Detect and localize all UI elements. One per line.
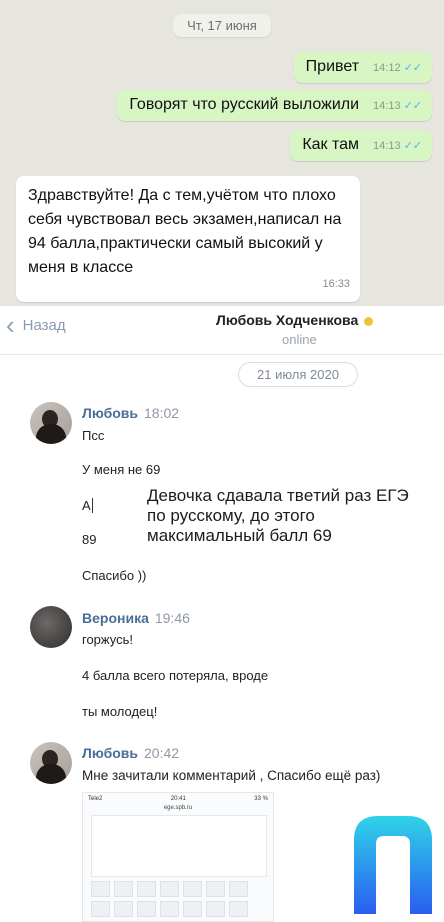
message-time: 20:42 xyxy=(144,745,180,761)
outgoing-message[interactable]: Привет 14:12 ✓✓ xyxy=(293,52,432,83)
message-text: Здравствуйте! Да с тем,учётом что плохо … xyxy=(28,187,342,276)
thumb-url: ege.spb.ru xyxy=(163,805,193,811)
message-text: ты молодец! xyxy=(82,704,158,719)
message-time: 18:02 xyxy=(144,405,180,421)
avatar[interactable] xyxy=(30,606,72,648)
message-time: 16:33 xyxy=(322,278,350,290)
read-ticks-icon: ✓✓ xyxy=(403,62,422,74)
back-label: Назад xyxy=(22,316,66,334)
message-time: 14:13 xyxy=(373,140,401,152)
chevron-left-icon: ‹ xyxy=(6,310,15,340)
brand-logo-icon xyxy=(354,816,432,914)
message-text: Как там xyxy=(302,136,360,153)
thumb-card xyxy=(91,815,267,877)
thumb-grid xyxy=(91,881,265,921)
message-text: Говорят что русский выложили xyxy=(129,96,360,113)
date-chip: 21 июля 2020 xyxy=(238,362,358,387)
annotation-text: Девочка сдавала твeтий раз ЕГЭ по русско… xyxy=(147,486,409,545)
contact-name[interactable]: Любовь Ходченкова xyxy=(216,312,374,328)
image-attachment[interactable]: Tele2 20:41 33 % ege.spb.ru xyxy=(82,792,274,922)
message-time: 19:46 xyxy=(154,610,190,626)
back-button[interactable]: ‹ Назад xyxy=(6,310,66,340)
read-ticks-icon: ✓✓ xyxy=(403,140,422,152)
message-text: Спасибо )) xyxy=(82,568,147,583)
message-text: горжусь! xyxy=(82,632,133,647)
chat-header: ‹ Назад Любовь Ходченкова online xyxy=(0,306,444,355)
message-text: Мне зачитали комментарий , Спасибо ещё р… xyxy=(82,768,381,783)
message-text: Привет xyxy=(305,58,360,75)
contact-status: online xyxy=(282,332,317,347)
sender-name[interactable]: Любовь 18:02 xyxy=(82,405,179,421)
avatar[interactable] xyxy=(30,402,72,444)
thumb-status-bar: Tele2 20:41 33 % xyxy=(88,796,268,802)
incoming-message[interactable]: Здравствуйте! Да с тем,учётом что плохо … xyxy=(16,176,360,302)
emoji-badge-icon xyxy=(364,316,374,326)
avatar[interactable] xyxy=(30,742,72,784)
message-text: А xyxy=(82,498,93,513)
whatsapp-chat: Чт, 17 июня Привет 14:12 ✓✓ Говорят что ру… xyxy=(0,0,444,306)
read-ticks-icon: ✓✓ xyxy=(403,100,422,112)
date-chip: Чт, 17 июня xyxy=(173,14,271,37)
message-text: 89 xyxy=(82,532,97,547)
sender-name[interactable]: Любовь 20:42 xyxy=(82,745,179,761)
message-text: У меня не 69 xyxy=(82,462,161,477)
message-text: 4 балла всего потеряла, вроде xyxy=(82,668,269,683)
message-text: Псс xyxy=(82,428,105,443)
message-time: 14:13 xyxy=(373,100,401,112)
outgoing-message[interactable]: Говорят что русский выложили 14:13 ✓✓ xyxy=(117,90,432,121)
sender-name[interactable]: Вероника 19:46 xyxy=(82,610,190,626)
message-time: 14:12 xyxy=(373,62,401,74)
outgoing-message[interactable]: Как там 14:13 ✓✓ xyxy=(290,130,432,161)
